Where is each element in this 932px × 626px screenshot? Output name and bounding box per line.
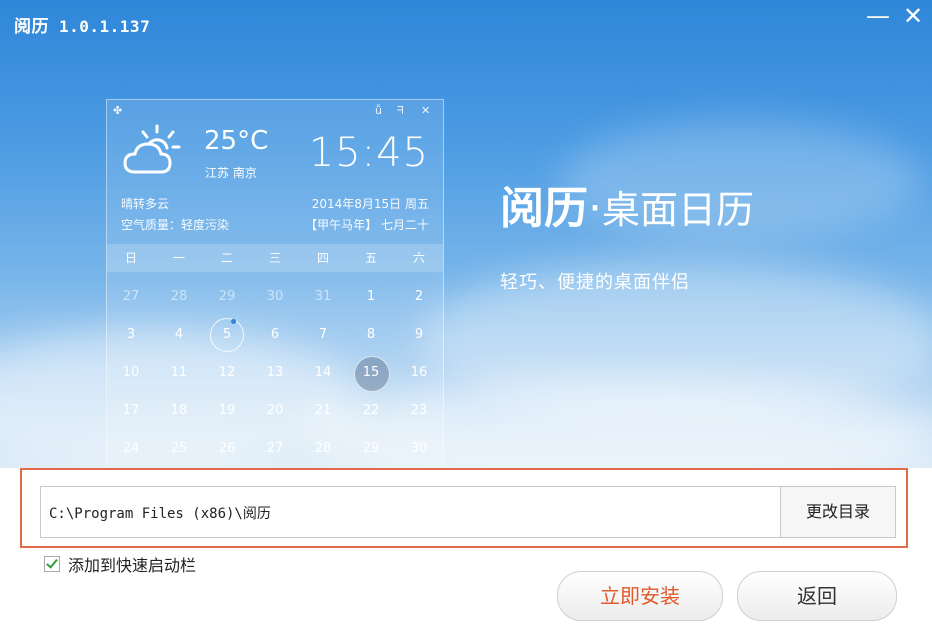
calendar-day: 30 xyxy=(410,441,428,456)
partly-cloudy-icon xyxy=(123,124,181,174)
quicklaunch-checkbox[interactable] xyxy=(44,556,60,572)
calendar-day: 30 xyxy=(266,289,284,304)
city-name: 江苏 南京 xyxy=(205,166,257,180)
settings-icon: ✤ xyxy=(113,104,123,117)
calendar-day: 23 xyxy=(410,403,428,418)
calendar-day: 7 xyxy=(318,327,328,342)
weekday-label: 六 xyxy=(412,251,425,265)
calendar-day: 29 xyxy=(218,289,236,304)
calendar-day-selected: 15 xyxy=(347,354,395,392)
weekday-label: 一 xyxy=(172,251,185,265)
weekday-header: 日 一 二 三 四 五 六 xyxy=(107,244,443,272)
air-quality: 空气质量：轻度污染 xyxy=(121,218,230,232)
calendar-day: 12 xyxy=(218,365,236,380)
pin-icon: ǚ xyxy=(375,104,382,117)
calendar-day: 16 xyxy=(410,365,428,380)
install-path-input[interactable] xyxy=(47,487,781,539)
calendar-day: 1 xyxy=(366,289,376,304)
calendar-week: 27 28 29 30 31 1 2 xyxy=(107,278,443,316)
quicklaunch-option[interactable]: 添加到快速启动栏 xyxy=(44,552,196,576)
weather-description: 晴转多云 xyxy=(121,197,170,211)
install-path-field: 更改目录 xyxy=(40,486,896,539)
calendar-day: 29 xyxy=(362,441,380,456)
app-version: 1.0.1.137 xyxy=(59,17,151,36)
calendar-day: 18 xyxy=(170,403,188,418)
window-title: 阅历 1.0.1.137 xyxy=(14,12,150,37)
brand-heading: 阅历·桌面日历 xyxy=(500,172,754,236)
calendar-day: 25 xyxy=(170,441,188,456)
quicklaunch-label: 添加到快速启动栏 xyxy=(68,556,197,575)
calendar-day: 27 xyxy=(266,441,284,456)
brand-subtitle: 桌面日历 xyxy=(602,188,755,232)
back-button[interactable]: 返回 xyxy=(737,571,897,621)
close-button[interactable]: ✕ xyxy=(903,4,923,28)
minimize-button[interactable]: — xyxy=(866,4,890,28)
calendar-day: 28 xyxy=(170,289,188,304)
calendar-day: 17 xyxy=(122,403,140,418)
calendar-day: 22 xyxy=(362,403,380,418)
calendar-day: 13 xyxy=(266,365,284,380)
close-icon: ✕ xyxy=(421,104,431,117)
header-banner: 阅历 1.0.1.137 — ✕ ✤ ǚ ᖷ ✕ 25°C 江苏 南京 15:45… xyxy=(0,0,932,468)
weekday-label: 三 xyxy=(268,251,281,265)
calendar-day: 19 xyxy=(218,403,236,418)
calendar-day: 21 xyxy=(314,403,332,418)
calendar-grid: 27 28 29 30 31 1 2 3 4 5 6 7 8 9 10 11 1… xyxy=(107,278,443,468)
calendar-day: 26 xyxy=(218,441,236,456)
calendar-day: 8 xyxy=(366,327,376,342)
install-now-button[interactable]: 立即安装 xyxy=(557,571,723,621)
brand-separator: · xyxy=(588,183,602,234)
weekday-label: 日 xyxy=(124,251,137,265)
calendar-week: 3 4 5 6 7 8 9 xyxy=(107,316,443,354)
calendar-day-marked: 5 xyxy=(203,316,251,354)
weekday-label: 二 xyxy=(220,251,233,265)
calendar-day: 3 xyxy=(126,327,136,342)
clock-time: 15:45 xyxy=(308,130,429,176)
calendar-week: 10 11 12 13 14 15 16 xyxy=(107,354,443,392)
brand-slogan: 轻巧、便捷的桌面伴侣 xyxy=(500,272,690,293)
current-date: 2014年8月15日 周五 xyxy=(311,197,429,211)
app-name: 阅历 xyxy=(14,17,49,37)
temperature: 25°C xyxy=(204,126,269,156)
calendar-day: 31 xyxy=(314,289,332,304)
change-directory-button[interactable]: 更改目录 xyxy=(780,487,895,537)
lock-icon: ᖷ xyxy=(397,104,404,117)
calendar-day: 11 xyxy=(170,365,188,380)
calendar-day: 24 xyxy=(122,441,140,456)
weekday-label: 五 xyxy=(364,251,377,265)
calendar-day: 14 xyxy=(314,365,332,380)
weekday-label: 四 xyxy=(316,251,329,265)
calendar-week: 24 25 26 27 28 29 30 xyxy=(107,430,443,468)
calendar-week: 17 18 19 20 21 22 23 xyxy=(107,392,443,430)
brand-name: 阅历 xyxy=(500,183,588,234)
lunar-date: 【甲午马年】 七月二十 xyxy=(305,218,429,232)
calendar-day: 27 xyxy=(122,289,140,304)
calendar-day: 4 xyxy=(174,327,184,342)
calendar-day: 20 xyxy=(266,403,284,418)
calendar-day: 9 xyxy=(414,327,424,342)
calendar-day: 10 xyxy=(122,365,140,380)
calendar-day: 28 xyxy=(314,441,332,456)
calendar-widget-preview: ✤ ǚ ᖷ ✕ 25°C 江苏 南京 15:45 晴转多云 空气质量：轻度污染 … xyxy=(106,99,444,468)
calendar-day: 2 xyxy=(414,289,424,304)
calendar-day: 6 xyxy=(270,327,280,342)
